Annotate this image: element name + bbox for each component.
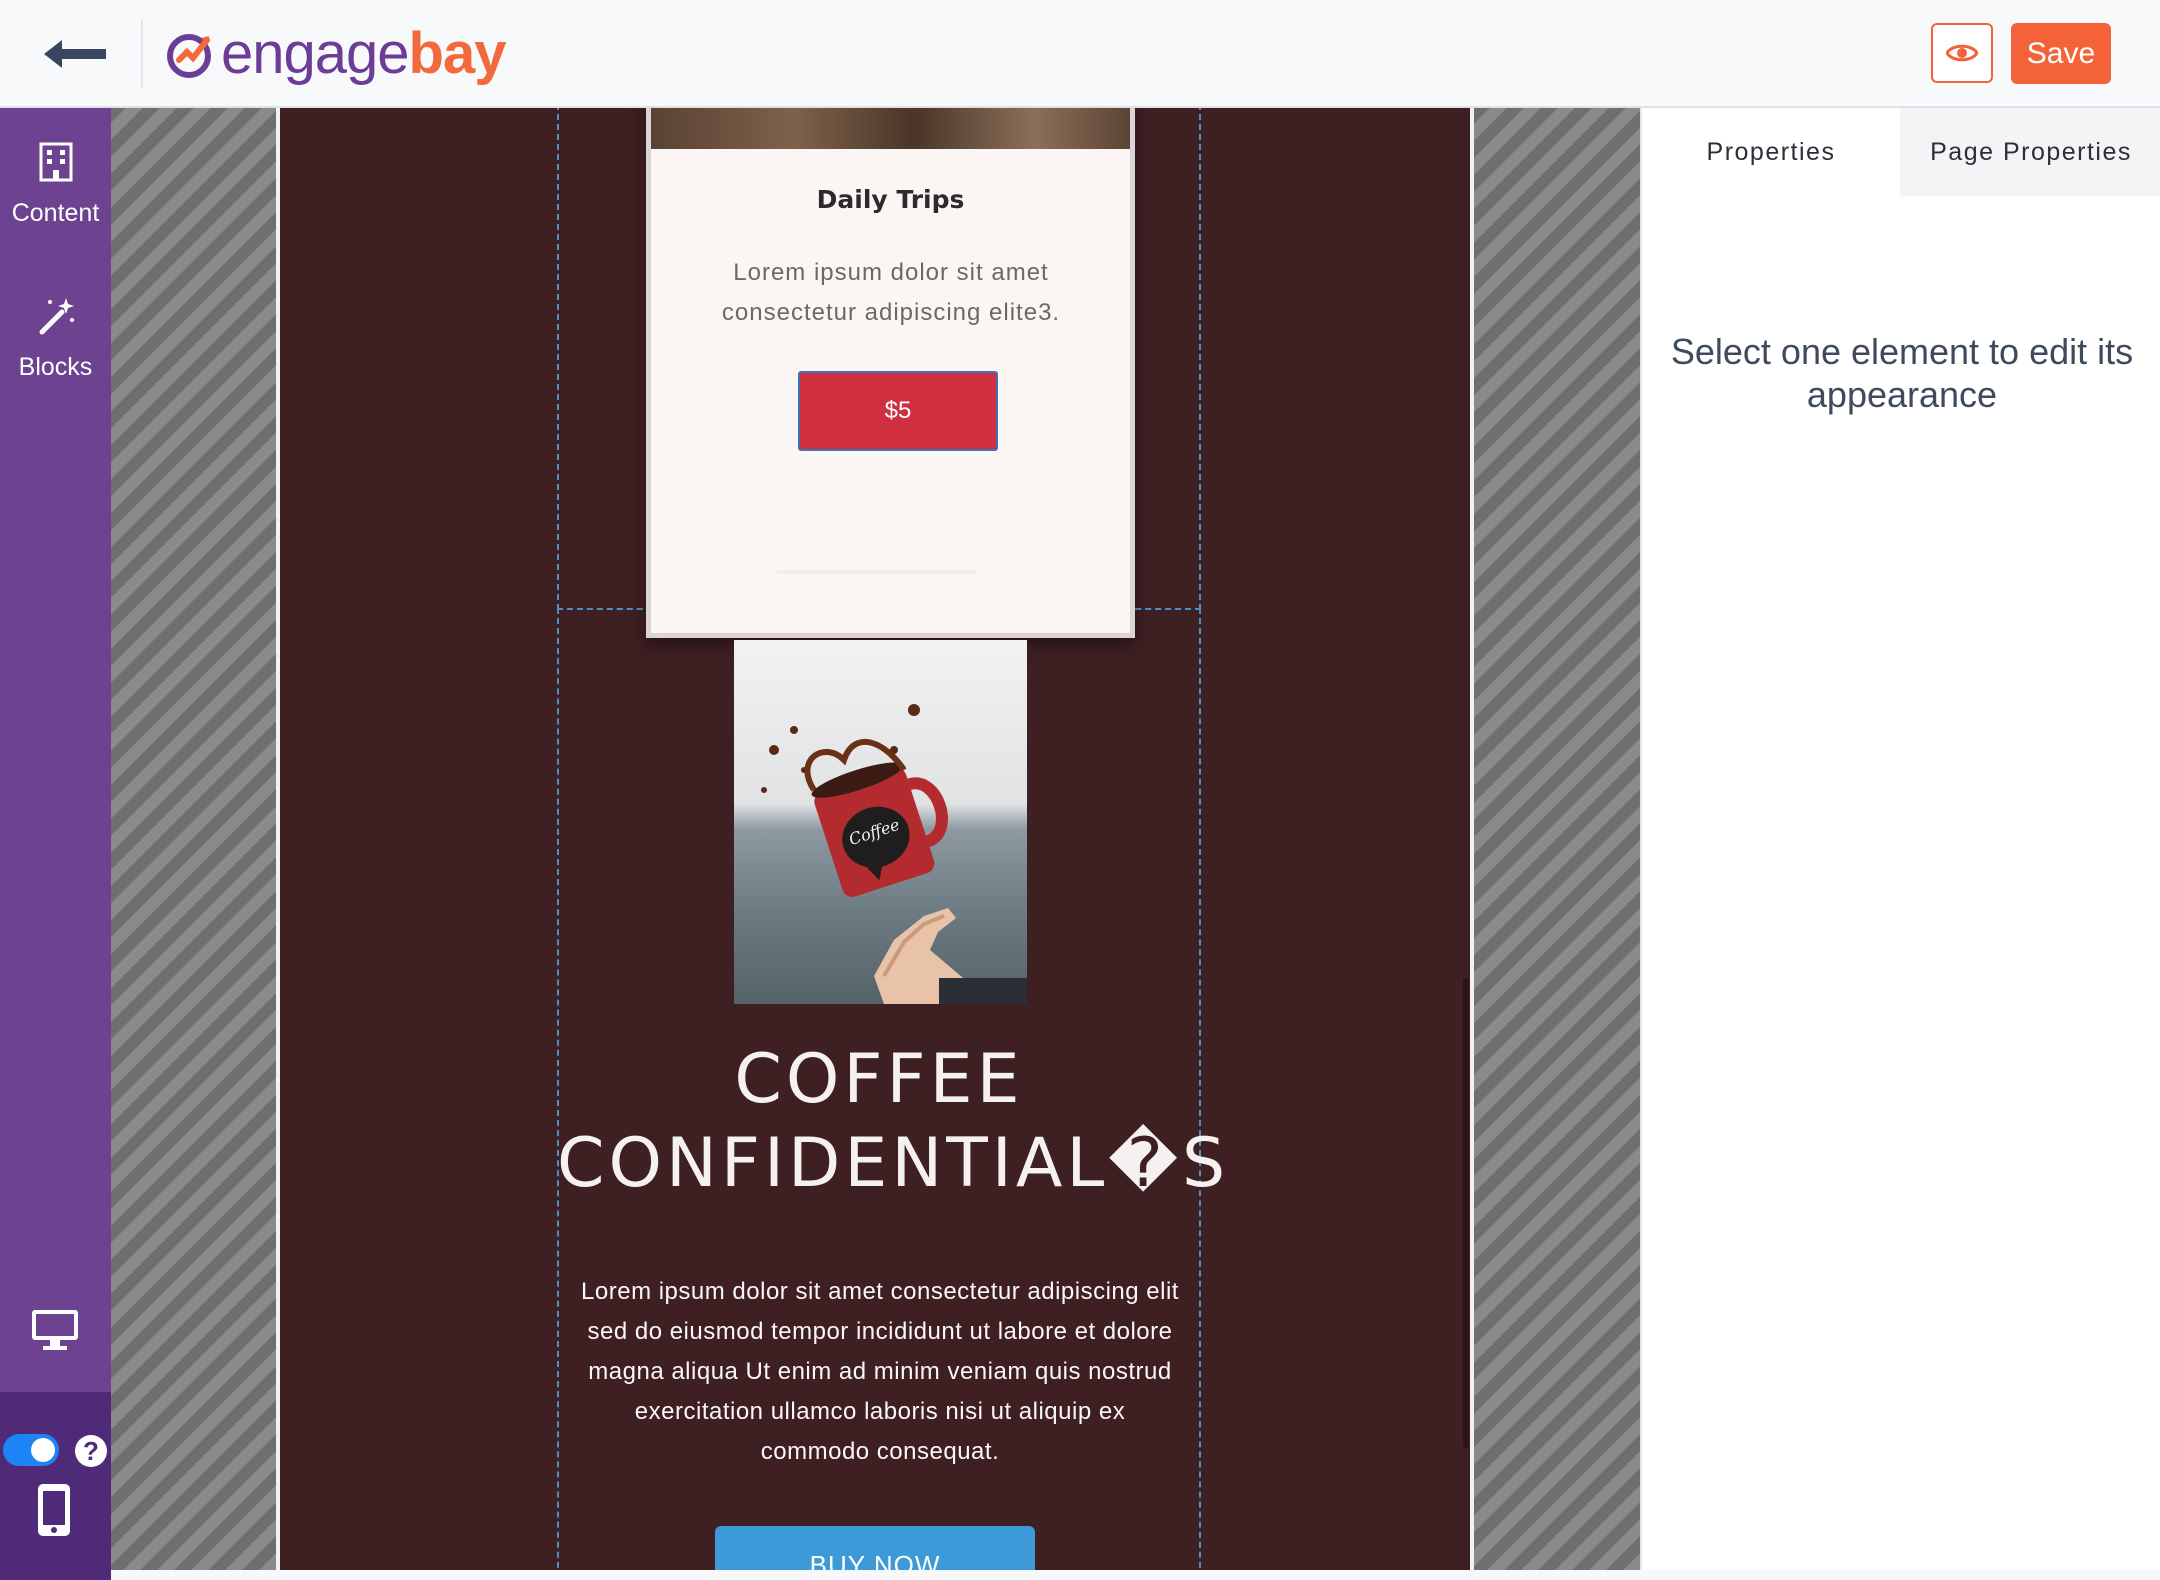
sidebar-item-label: Blocks: [18, 353, 93, 381]
product-card[interactable]: Daily Trips Lorem ipsum dolor sit amet c…: [646, 108, 1135, 638]
desktop-icon: [32, 1310, 78, 1350]
mobile-view-button[interactable]: [36, 1482, 72, 1543]
tab-properties[interactable]: Properties: [1642, 108, 1900, 196]
tab-page-properties[interactable]: Page Properties: [1900, 108, 2160, 196]
help-icon[interactable]: ?: [75, 1435, 107, 1467]
coffee-beans-image[interactable]: [651, 108, 1130, 149]
save-button[interactable]: Save: [2011, 23, 2111, 84]
view-toggle[interactable]: [3, 1434, 59, 1466]
toggle-knob: [31, 1438, 55, 1462]
canvas-scrollbar[interactable]: [1463, 978, 1469, 1448]
card-description[interactable]: Lorem ipsum dolor sit amet consectetur a…: [691, 253, 1091, 333]
hero-body-text[interactable]: Lorem ipsum dolor sit amet consectetur a…: [580, 1272, 1180, 1472]
header-divider: [141, 20, 143, 88]
logo-text-engage: engage: [221, 21, 410, 86]
properties-panel: Properties Page Properties Select one el…: [1640, 108, 2160, 1570]
desktop-view-button[interactable]: [30, 1308, 80, 1357]
eye-icon: [1946, 44, 1978, 62]
mobile-icon: [38, 1484, 70, 1536]
top-bar: engage bay Save: [0, 0, 2160, 108]
sidebar-item-blocks[interactable]: Blocks: [0, 296, 111, 382]
engagebay-logo[interactable]: engage bay: [163, 18, 506, 90]
preview-button[interactable]: [1931, 23, 1993, 83]
mug-illustration: Coffee: [761, 704, 1027, 1004]
left-sidebar: Content Blocks ?: [0, 108, 111, 1580]
price-button[interactable]: $5: [798, 371, 998, 451]
divider-line[interactable]: [777, 570, 977, 574]
logo-text-bay: bay: [408, 21, 507, 86]
card-title[interactable]: Daily Trips: [651, 185, 1130, 214]
canvas-gutter-left: [111, 108, 276, 1570]
sidebar-item-content[interactable]: Content: [0, 142, 111, 228]
email-page-canvas[interactable]: Daily Trips Lorem ipsum dolor sit amet c…: [276, 108, 1474, 1570]
logo-mark-icon: [167, 34, 211, 78]
sidebar-item-label: Content: [11, 199, 100, 227]
buy-now-button[interactable]: BUY NOW: [715, 1526, 1035, 1570]
arrow-left-icon: [44, 40, 106, 68]
building-icon: [39, 142, 72, 182]
magic-wand-icon: [39, 298, 74, 335]
empty-selection-hint: Select one element to edit its appearanc…: [1670, 331, 2134, 415]
coffee-mug-image[interactable]: Coffee: [734, 640, 1027, 1004]
hero-heading[interactable]: COFFEE CONFIDENTIAL�S: [557, 1038, 1225, 1206]
back-button[interactable]: [40, 28, 120, 80]
canvas-gutter-right: [1474, 108, 1640, 1570]
